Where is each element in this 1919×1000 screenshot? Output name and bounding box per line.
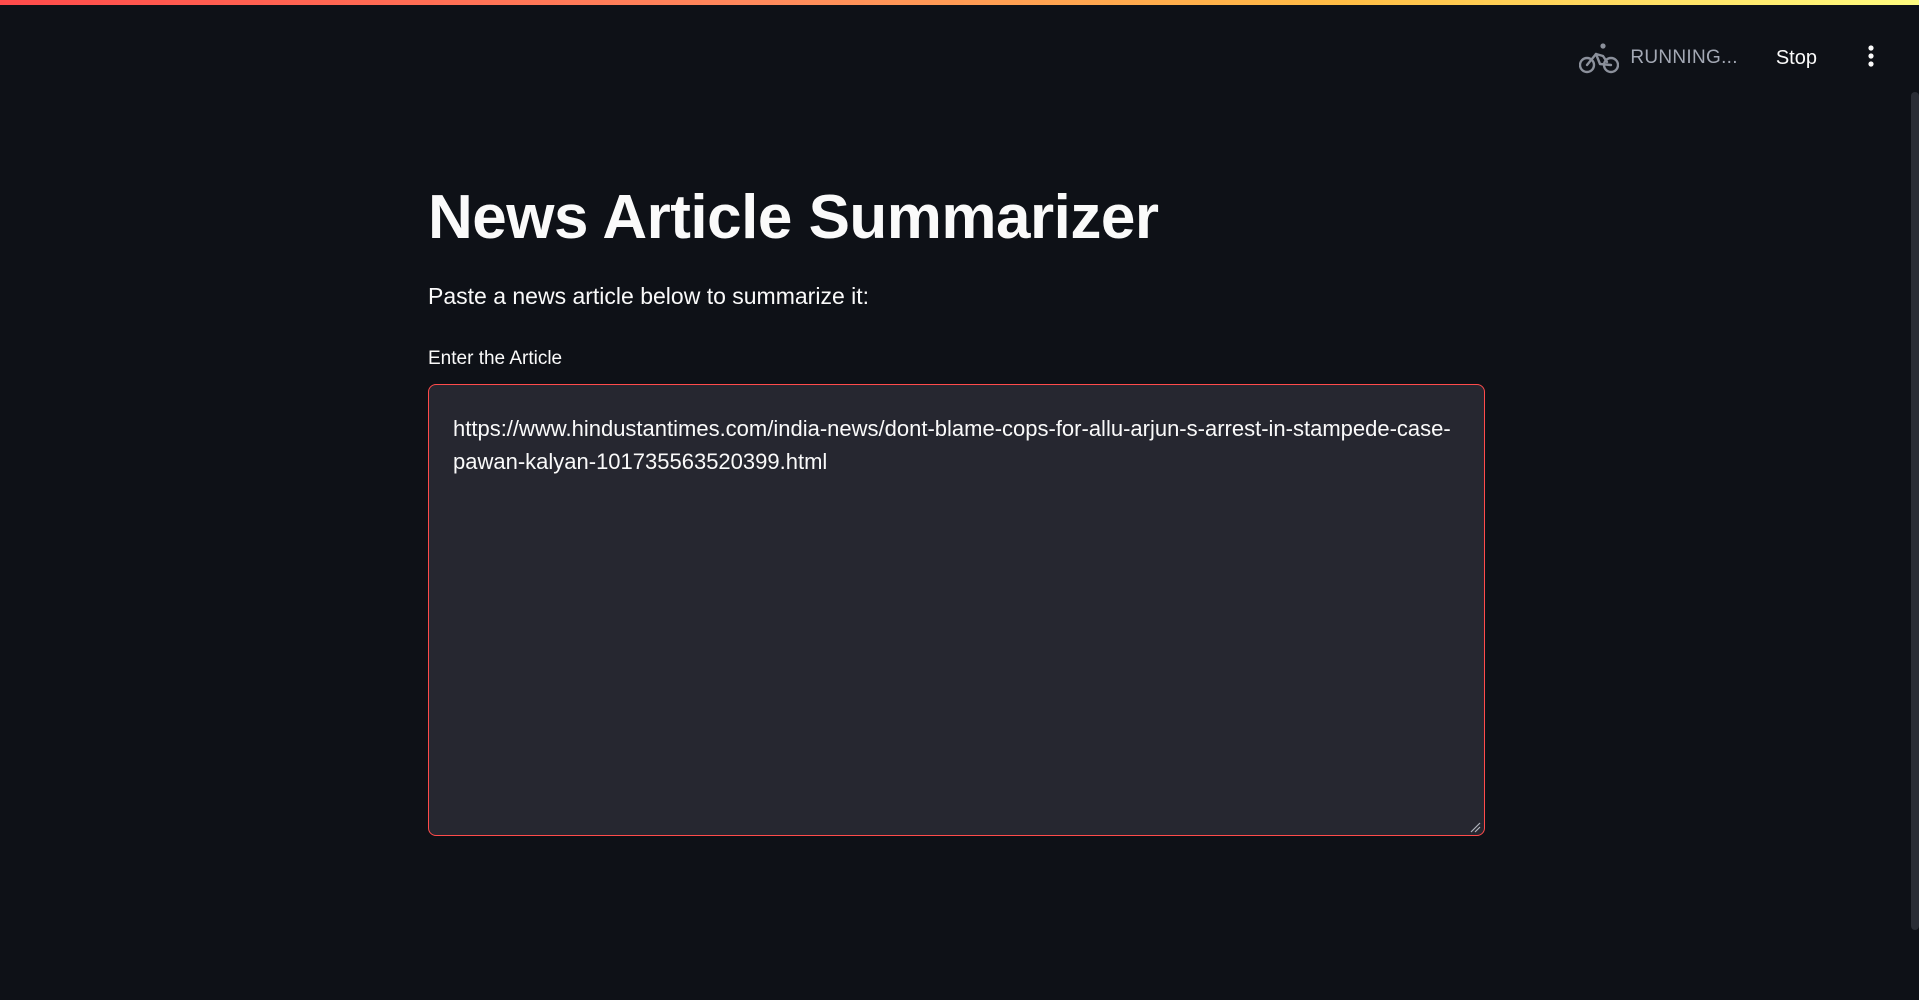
bicycle-icon xyxy=(1579,40,1620,76)
main-menu-button[interactable] xyxy=(1859,42,1883,74)
main-content: News Article Summarizer Paste a news art… xyxy=(428,176,1485,836)
article-field-label: Enter the Article xyxy=(428,348,563,369)
resize-handle-icon[interactable] xyxy=(1469,820,1481,833)
top-decoration-bar xyxy=(0,0,1919,5)
stop-button[interactable]: Stop xyxy=(1768,41,1825,76)
status-text: RUNNING... xyxy=(1630,47,1738,68)
article-textarea[interactable]: https://www.hindustantimes.com/india-new… xyxy=(429,385,1484,835)
running-status: RUNNING... xyxy=(1579,40,1738,76)
page-subtitle: Paste a news article below to summarize … xyxy=(428,283,870,309)
page-scrollbar[interactable] xyxy=(1911,92,1919,930)
app-header: RUNNING... Stop xyxy=(1579,36,1883,80)
kebab-menu-icon xyxy=(1867,44,1875,73)
page-title: News Article Summarizer xyxy=(428,183,1159,252)
article-textarea-container: https://www.hindustantimes.com/india-new… xyxy=(428,384,1485,836)
app-root: RUNNING... Stop News Article Summarizer … xyxy=(0,0,1919,1000)
